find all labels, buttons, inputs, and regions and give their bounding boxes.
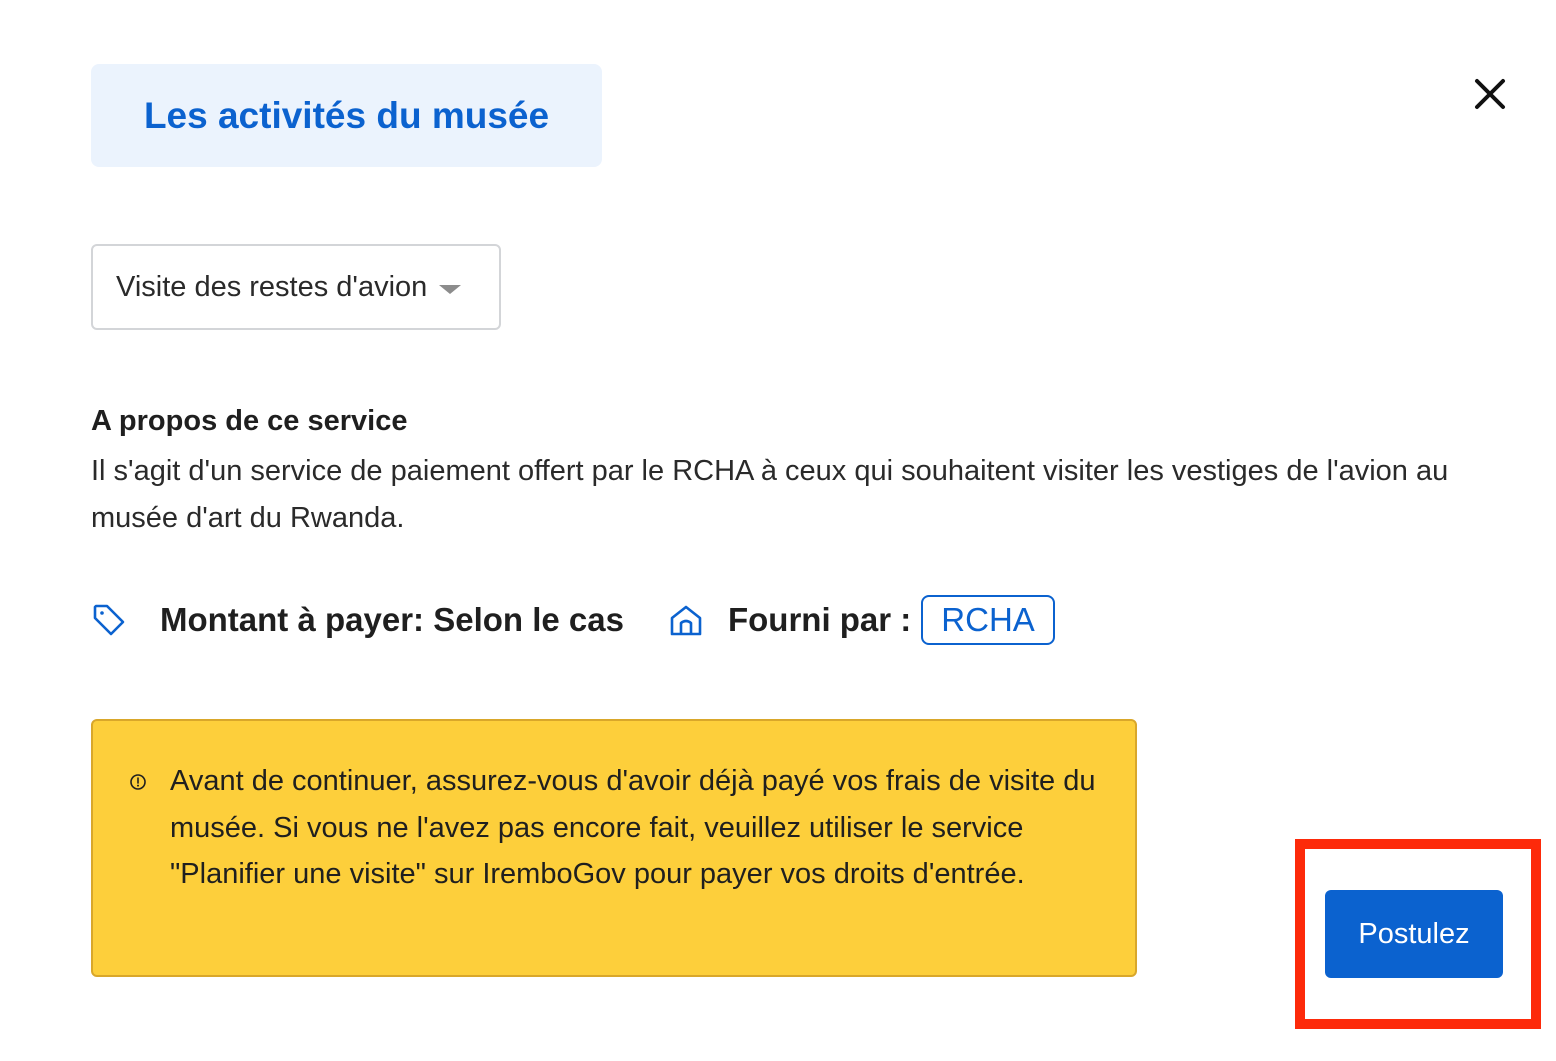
about-description: Il s'agit d'un service de paiement offer…: [91, 455, 1449, 534]
activity-select[interactable]: Visite des restes d'avion: [91, 244, 501, 330]
building-icon: [668, 602, 704, 638]
service-detail-modal: Les activités du musée Visite des restes…: [0, 0, 1556, 1061]
info-circle-icon: [129, 773, 147, 791]
close-icon: [1475, 79, 1505, 109]
page-title: Les activités du musée: [143, 94, 550, 136]
provider-label: Fourni par :: [727, 601, 912, 638]
provider-badge[interactable]: RCHA: [921, 595, 1055, 645]
caret-down-icon: [439, 284, 462, 294]
about-heading: A propos de ce service: [91, 405, 408, 437]
service-meta-row: Montant à payer: Selon le cas Fourni par…: [91, 594, 1055, 646]
alert-message: Avant de continuer, assurez-vous d'avoir…: [170, 765, 1096, 890]
warning-alert: Avant de continuer, assurez-vous d'avoir…: [91, 719, 1137, 977]
apply-button[interactable]: Postulez: [1325, 890, 1503, 978]
close-button[interactable]: [1468, 72, 1512, 116]
activity-select-value: Visite des restes d'avion: [116, 270, 428, 303]
price-label: Montant à payer: Selon le cas: [160, 601, 624, 638]
tag-icon: [91, 602, 127, 638]
page-title-chip: Les activités du musée: [91, 64, 602, 167]
